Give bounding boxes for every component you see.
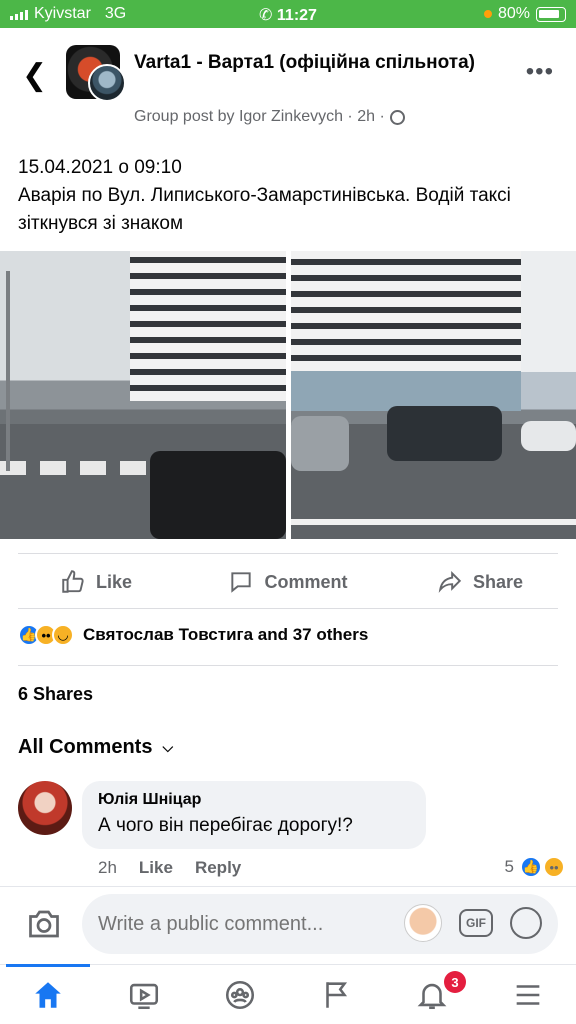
wow-icon: •• [543,856,565,878]
author-avatar[interactable] [88,64,126,102]
comment-time: 2h [98,858,117,877]
post-header: ❮ Varta1 - Варта1 (офіційна спільнота) G… [0,28,576,138]
post-photo-1[interactable] [0,251,286,539]
comment-label: Comment [264,571,348,592]
white-car [521,421,576,451]
divider [18,665,558,666]
building [291,251,521,371]
share-icon [438,570,462,593]
damaged-car [150,451,286,539]
status-bar: Kyivstar 3G ✆ 11:27 80% [0,0,576,28]
comment-input[interactable] [98,908,398,940]
tab-pages[interactable] [288,965,384,1024]
comment-like-button[interactable]: Like [139,858,173,878]
divider [18,608,558,609]
notification-badge: 3 [444,971,466,993]
more-options-icon[interactable]: ••• [526,58,554,86]
comment-reactions[interactable]: 5 👍 •• [504,856,565,878]
commenter-avatar[interactable] [18,781,72,835]
pages-icon [326,981,348,1008]
mic-indicator-icon [483,10,492,18]
comments-filter-label: All Comments [18,736,153,758]
haha-icon: ◡ [52,624,74,646]
reaction-icons: 👍 •• ◡ [18,624,74,646]
globe-icon [389,109,405,125]
tab-watch[interactable] [96,965,192,1024]
building [130,251,286,401]
comment-button[interactable]: Comment [192,558,384,606]
share-button[interactable]: Share [384,558,576,606]
comments-filter[interactable]: All Comments ⌵ [18,736,173,759]
commenter-name[interactable]: Юлія Шніцар [98,791,410,809]
group-name[interactable]: Varta1 - Варта1 (офіційна спільнота) [134,50,514,76]
status-right: 80% [483,5,566,23]
menu-icon [516,984,540,1005]
road-line [291,519,576,525]
watch-icon [129,983,159,1009]
groups-icon [225,980,255,1009]
gif-button[interactable]: GIF [459,909,493,937]
comment-meta: 2h Like Reply [98,858,241,878]
tab-notifications[interactable]: 3 [384,965,480,1024]
camera-icon[interactable] [26,906,62,942]
like-icon: 👍 [520,856,542,878]
comment-icon [231,572,252,593]
back-icon[interactable]: ❮ [22,58,47,93]
tab-home[interactable] [0,964,96,1024]
divider [18,553,558,554]
avatar-sticker-icon[interactable] [404,904,442,942]
post-photo-2[interactable] [291,251,576,539]
post-date: 15.04.2021 о 09:10 [18,157,182,178]
thumbs-up-icon [62,570,84,593]
post-body: Аварія по Вул. Липиського-Замарстинівськ… [18,185,511,234]
pole [6,271,10,471]
reactions-text: Святослав Товстига and 37 others [83,625,369,644]
tab-groups[interactable] [192,965,288,1024]
battery-icon [536,6,566,22]
tab-bar: 3 [0,964,576,1024]
post-meta: Group post by Igor Zinkevych · 2h · [134,108,405,126]
share-label: Share [472,571,524,592]
post-actions: Like Comment Share [0,558,576,606]
author-line: Group post by Igor Zinkevych · 2h · [134,108,385,125]
comment-text: А чого він перебігає дорогу!? [98,815,353,836]
post-text: 15.04.2021 о 09:10 Аварія по Вул. Липись… [18,154,558,238]
silver-car [291,416,349,471]
like-button[interactable]: Like [0,558,192,606]
like-label: Like [95,571,133,592]
reactions-summary[interactable]: 👍 •• ◡ Святослав Товстига and 37 others [18,624,368,646]
chevron-down-icon: ⌵ [162,739,174,755]
time-label: 11:27 [276,7,317,24]
phone-icon: ✆ [259,7,277,24]
comment-reaction-count: 5 [504,857,514,876]
comment-bubble[interactable]: Юлія Шніцар А чого він перебігає дорогу!… [82,781,426,849]
comment-reply-button[interactable]: Reply [195,858,241,878]
battery-label: 80% [497,5,530,22]
shares-count[interactable]: 6 Shares [18,684,93,705]
storefront [291,371,521,411]
home-icon [35,981,61,1008]
tab-menu[interactable] [480,965,576,1024]
emoji-icon[interactable] [510,907,542,939]
suv-car [387,406,502,461]
